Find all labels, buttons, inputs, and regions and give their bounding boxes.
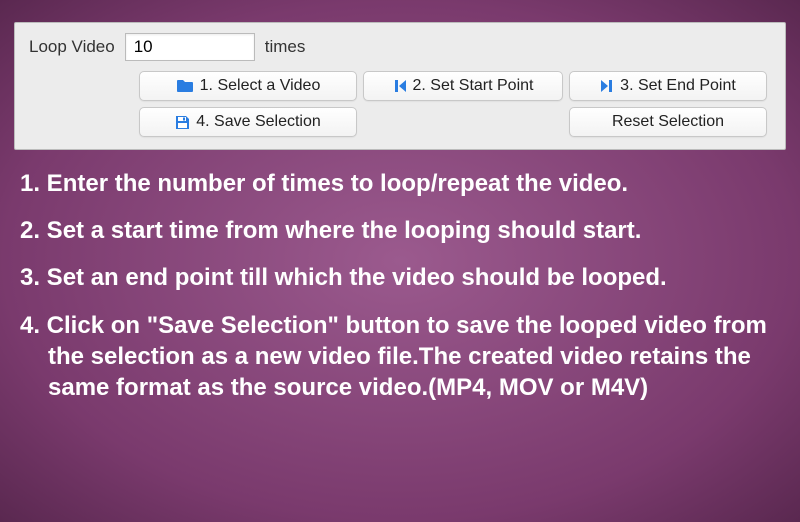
save-selection-button[interactable]: 4. Save Selection (139, 107, 357, 137)
set-end-point-button[interactable]: 3. Set End Point (569, 71, 767, 101)
button-row-2: 4. Save Selection Reset Selection (139, 107, 771, 137)
spacer (363, 107, 563, 137)
instruction-step-3: 3. Set an end point till which the video… (20, 262, 780, 293)
skip-start-icon (393, 79, 407, 93)
times-label: times (265, 37, 306, 57)
button-row-1: 1. Select a Video 2. Set Start Point 3. … (139, 71, 771, 101)
save-icon (175, 115, 190, 130)
set-start-label: 2. Set Start Point (413, 77, 534, 95)
instruction-step-2: 2. Set a start time from where the loopi… (20, 215, 780, 246)
loop-count-input[interactable] (125, 33, 255, 61)
reset-selection-label: Reset Selection (612, 113, 724, 131)
loop-count-row: Loop Video times (29, 33, 771, 61)
instruction-step-4: 4. Click on "Save Selection" button to s… (20, 310, 780, 404)
set-start-point-button[interactable]: 2. Set Start Point (363, 71, 563, 101)
control-panel: Loop Video times 1. Select a Video 2. Se… (14, 22, 786, 150)
loop-video-label: Loop Video (29, 37, 115, 57)
save-selection-label: 4. Save Selection (196, 113, 321, 131)
set-end-label: 3. Set End Point (620, 77, 736, 95)
reset-selection-button[interactable]: Reset Selection (569, 107, 767, 137)
folder-icon (176, 79, 194, 93)
instructions-list: 1. Enter the number of times to loop/rep… (20, 168, 780, 403)
select-video-label: 1. Select a Video (200, 77, 321, 95)
skip-end-icon (600, 79, 614, 93)
select-video-button[interactable]: 1. Select a Video (139, 71, 357, 101)
instruction-step-1: 1. Enter the number of times to loop/rep… (20, 168, 780, 199)
